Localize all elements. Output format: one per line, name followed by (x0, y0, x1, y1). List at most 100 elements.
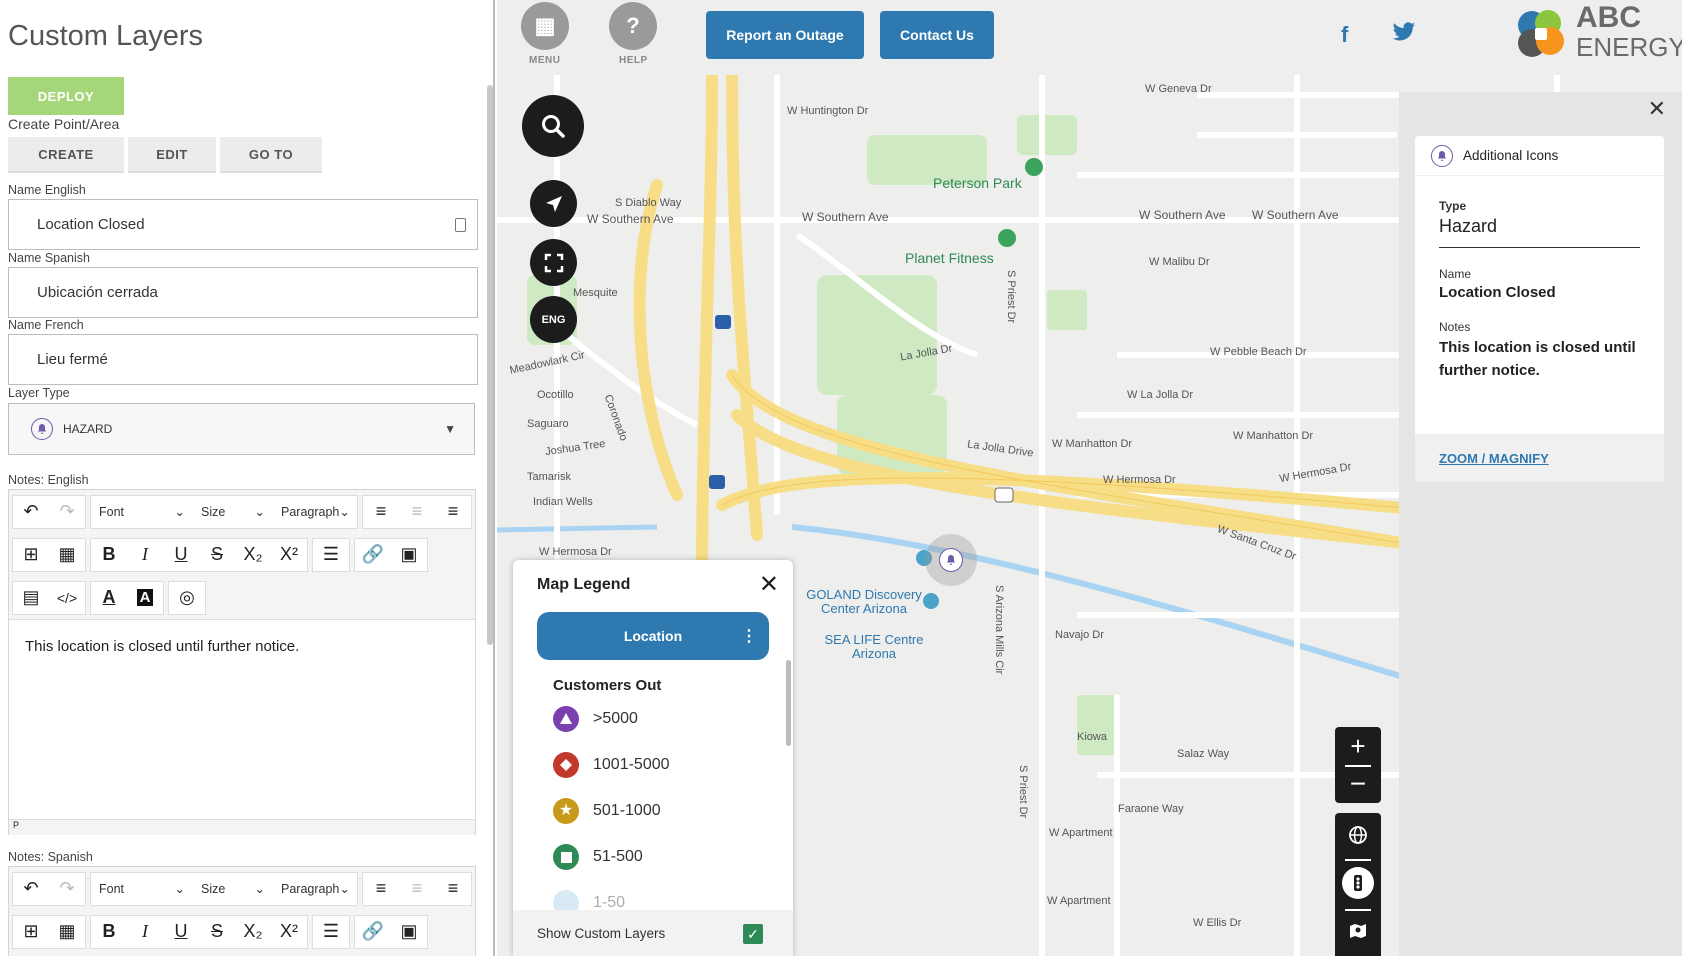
paragraph-select[interactable]: Paragraph ⌄ (273, 872, 357, 906)
grid-icon[interactable]: ▦ (49, 538, 85, 572)
ordered-list-icon[interactable]: ≡ (363, 872, 399, 906)
code-icon[interactable]: </> (49, 581, 85, 615)
place-label[interactable]: GOLAND Discovery Center Arizona (794, 588, 934, 616)
size-select[interactable]: Size ⌄ (193, 495, 273, 529)
menu-button[interactable]: ▦ (521, 2, 569, 50)
align-left-icon[interactable]: ☰ (313, 915, 349, 949)
facebook-icon[interactable]: f (1341, 22, 1348, 48)
more-options-icon[interactable]: ⋮ (741, 626, 757, 646)
name-spanish-field[interactable]: Ubicación cerrada (8, 267, 478, 318)
subscript-icon[interactable]: X₂ (235, 538, 271, 572)
place-label[interactable]: SEA LIFE Centre Arizona (819, 633, 929, 661)
language-button[interactable]: ENG (530, 296, 577, 343)
traffic-button[interactable] (1342, 867, 1374, 899)
font-select-label: Font (99, 504, 125, 519)
size-select-label: Size (201, 881, 226, 896)
card-header: Additional Icons (1415, 136, 1664, 176)
notes-label: Notes (1439, 320, 1471, 334)
link-icon[interactable]: 🔗 (355, 538, 391, 572)
grid-icon[interactable]: ▦ (49, 915, 85, 949)
zoom-out-button[interactable]: − (1335, 767, 1381, 801)
close-icon[interactable]: ✕ (759, 570, 779, 599)
tab-go-to[interactable]: GO TO (220, 137, 322, 173)
chevron-down-icon: ⌄ (339, 505, 350, 519)
street-label: W Southern Ave (1139, 208, 1226, 222)
italic-icon[interactable]: I (127, 538, 163, 572)
place-label[interactable]: Peterson Park (933, 175, 1022, 191)
strikethrough-icon[interactable]: S (199, 915, 235, 949)
zoom-magnify-link[interactable]: ZOOM / MAGNIFY (1415, 434, 1664, 482)
type-value: Hazard (1439, 216, 1498, 236)
contact-us-button[interactable]: Contact Us (880, 11, 994, 59)
location-button[interactable]: Location ⋮ (537, 612, 769, 660)
editor-toolbar-row: ↶ ↷ Font ⌄ Size ⌄ Paragraph ⌄ ≡ ≡ ≡ (9, 490, 475, 533)
outdent-icon[interactable]: ≡ (399, 872, 435, 906)
hazard-marker[interactable] (925, 534, 977, 586)
name-french-field[interactable]: Lieu fermé (8, 334, 478, 385)
image-icon[interactable]: ▣ (391, 915, 427, 949)
notes-spanish-label: Notes: Spanish (8, 850, 93, 864)
indent-icon[interactable]: ≡ (435, 872, 471, 906)
legend-scrollbar[interactable] (786, 660, 791, 746)
image-icon[interactable]: ▣ (391, 538, 427, 572)
outdent-icon[interactable]: ≡ (399, 495, 435, 529)
underline-icon[interactable]: U (163, 538, 199, 572)
font-select[interactable]: Font ⌄ (91, 872, 193, 906)
undo-icon[interactable]: ↶ (13, 872, 49, 906)
bold-icon[interactable]: B (91, 915, 127, 949)
size-select[interactable]: Size ⌄ (193, 872, 273, 906)
font-select[interactable]: Font ⌄ (91, 495, 193, 529)
notes-english-editor: ↶ ↷ Font ⌄ Size ⌄ Paragraph ⌄ ≡ ≡ ≡ ⊞ ▦ B I U S X₂ X… (8, 489, 476, 835)
superscript-icon[interactable]: X² (271, 915, 307, 949)
search-button[interactable] (522, 95, 584, 157)
undo-icon[interactable]: ↶ (13, 495, 49, 529)
bold-icon[interactable]: B (91, 538, 127, 572)
superscript-icon[interactable]: X² (271, 538, 307, 572)
street-label: Saguaro (527, 418, 569, 430)
subscript-icon[interactable]: X₂ (235, 915, 271, 949)
link-icon[interactable]: 🔗 (355, 915, 391, 949)
brand-name-line2: ENERGY (1576, 32, 1682, 62)
align-left-icon[interactable]: ☰ (313, 538, 349, 572)
table-icon[interactable]: ⊞ (13, 538, 49, 572)
show-custom-layers-checkbox[interactable]: ✓ (743, 924, 763, 944)
globe-button[interactable] (1335, 821, 1381, 849)
legend-item: 51-500 (553, 844, 643, 870)
paragraph-select[interactable]: Paragraph ⌄ (273, 495, 357, 529)
help-button[interactable]: ? (609, 2, 657, 50)
chevron-down-icon: ⌄ (174, 505, 185, 519)
place-label[interactable]: Planet Fitness (905, 250, 994, 266)
name-english-field[interactable]: Location Closed (8, 199, 478, 250)
street-label: Indian Wells (533, 496, 593, 508)
basemap-button[interactable] (1335, 917, 1381, 945)
show-custom-layers-row: Show Custom Layers ✓ (513, 910, 793, 956)
font-color-icon[interactable]: A (91, 581, 127, 615)
left-panel-scrollbar[interactable] (487, 85, 493, 645)
fullscreen-button[interactable] (530, 239, 577, 286)
twitter-icon[interactable] (1392, 22, 1416, 47)
field-options-icon[interactable] (455, 218, 466, 232)
table-icon[interactable]: ⊞ (13, 915, 49, 949)
tab-edit[interactable]: EDIT (128, 137, 216, 173)
close-icon[interactable]: ✕ (1648, 96, 1666, 122)
report-outage-button[interactable]: Report an Outage (706, 11, 864, 59)
notes-english-content[interactable]: This location is closed until further no… (9, 619, 475, 819)
layer-type-select[interactable]: HAZARD ▼ (8, 403, 475, 455)
indent-icon[interactable]: ≡ (435, 495, 471, 529)
redo-icon[interactable]: ↷ (49, 872, 85, 906)
layer-type-value: HAZARD (63, 422, 113, 436)
mention-icon[interactable]: ◎ (169, 581, 205, 615)
template-icon[interactable]: ▤ (13, 581, 49, 615)
deploy-button[interactable]: DEPLOY (8, 77, 124, 115)
redo-icon[interactable]: ↷ (49, 495, 85, 529)
locate-button[interactable] (530, 180, 577, 227)
zoom-in-button[interactable]: + (1335, 729, 1381, 763)
italic-icon[interactable]: I (127, 915, 163, 949)
zoom-controls: + − (1335, 727, 1381, 803)
ordered-list-icon[interactable]: ≡ (363, 495, 399, 529)
tab-create[interactable]: CREATE (8, 137, 124, 173)
triangle-icon (553, 706, 579, 732)
underline-icon[interactable]: U (163, 915, 199, 949)
strikethrough-icon[interactable]: S (199, 538, 235, 572)
background-color-icon[interactable]: A (127, 581, 163, 615)
